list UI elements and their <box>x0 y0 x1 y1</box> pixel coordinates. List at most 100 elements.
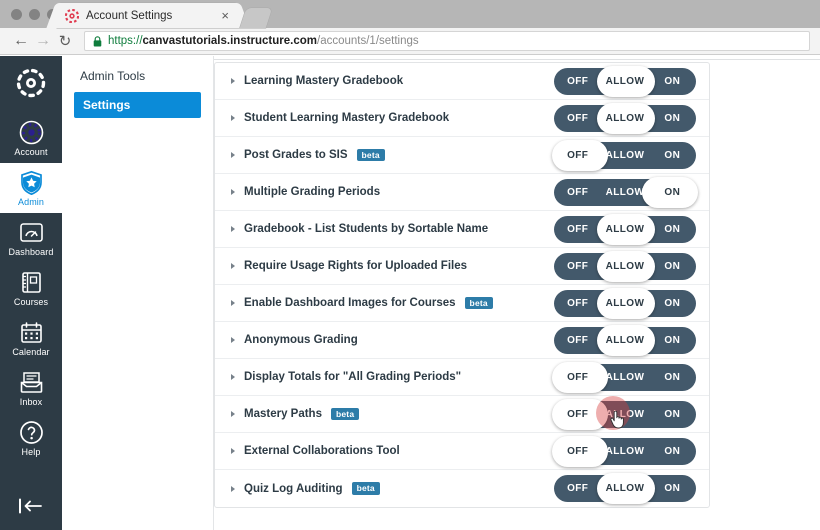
toggle-option-on[interactable]: ON <box>649 142 696 169</box>
forward-icon[interactable]: → <box>32 30 54 52</box>
sidebar-item-admin[interactable]: Admin <box>0 163 62 213</box>
toggle-option-allow[interactable]: ALLOW <box>601 216 648 243</box>
toggle-option-allow[interactable]: ALLOW <box>601 253 648 280</box>
toggle-option-allow[interactable]: ALLOW <box>601 290 648 317</box>
back-icon[interactable]: ← <box>10 30 32 52</box>
table-row[interactable]: Require Usage Rights for Uploaded Files … <box>215 248 709 285</box>
table-row[interactable]: Gradebook - List Students by Sortable Na… <box>215 211 709 248</box>
toggle-option-on[interactable]: ON <box>649 105 696 132</box>
toggle-option-off[interactable]: OFF <box>554 253 601 280</box>
toggle-option-on[interactable]: ON <box>649 327 696 354</box>
browser-tab-account-settings[interactable]: Account Settings × <box>57 3 239 28</box>
toggle-option-off[interactable]: OFF <box>554 327 601 354</box>
table-row[interactable]: Multiple Grading Periods OFF ALLOW ON <box>215 174 709 211</box>
table-row[interactable]: Anonymous Grading OFF ALLOW ON <box>215 322 709 359</box>
toggle-option-off[interactable]: OFF <box>554 438 601 465</box>
feature-toggle[interactable]: OFF ALLOW ON <box>554 473 696 504</box>
toggle-option-allow[interactable]: ALLOW <box>601 401 648 428</box>
sidebar-item-courses[interactable]: Courses <box>0 263 62 313</box>
chevron-right-icon[interactable] <box>231 115 235 121</box>
toggle-option-allow[interactable]: ALLOW <box>601 438 648 465</box>
reload-icon[interactable]: ↻ <box>54 30 76 52</box>
toggle-option-on[interactable]: ON <box>649 438 696 465</box>
address-bar[interactable]: https:// canvastutorials.instructure.com… <box>84 31 810 51</box>
toggle-option-off[interactable]: OFF <box>554 290 601 317</box>
toggle-option-off[interactable]: OFF <box>554 401 601 428</box>
table-row[interactable]: Quiz Log Auditing beta OFF ALLOW ON <box>215 470 709 507</box>
chevron-right-icon[interactable] <box>231 374 235 380</box>
feature-toggle[interactable]: OFF ALLOW ON <box>554 287 696 319</box>
feature-toggle[interactable]: OFF ALLOW ON <box>552 139 696 171</box>
feature-toggle[interactable]: OFF ALLOW ON <box>552 395 696 430</box>
sidebar-item-dashboard[interactable]: Dashboard <box>0 213 62 263</box>
feature-toggle[interactable]: OFF ALLOW ON <box>554 176 698 208</box>
table-row[interactable]: Display Totals for "All Grading Periods"… <box>215 359 709 396</box>
close-icon[interactable]: × <box>219 9 231 22</box>
toggle-option-allow[interactable]: ALLOW <box>601 364 648 391</box>
toggle-option-on[interactable]: ON <box>649 401 696 428</box>
page-viewport: Account Admin Dashboard Courses Calendar… <box>0 56 820 530</box>
chevron-right-icon[interactable] <box>231 337 235 343</box>
feature-toggle[interactable]: OFF ALLOW ON <box>554 102 696 134</box>
canvas-logo-icon <box>64 8 80 23</box>
toggle-option-off[interactable]: OFF <box>554 216 601 243</box>
feature-toggle[interactable]: OFF ALLOW ON <box>552 361 696 393</box>
chevron-right-icon[interactable] <box>231 485 235 492</box>
chevron-right-icon[interactable] <box>231 263 235 269</box>
table-row[interactable]: Student Learning Mastery Gradebook OFF A… <box>215 100 709 137</box>
toggle-option-on[interactable]: ON <box>649 68 696 95</box>
table-row[interactable]: External Collaborations Tool OFF ALLOW O… <box>215 433 709 470</box>
table-row[interactable]: Enable Dashboard Images for Courses beta… <box>215 285 709 322</box>
table-row[interactable]: Mastery Paths beta OFF ALLOW ON <box>215 395 709 433</box>
toggle-option-allow[interactable]: ALLOW <box>601 475 648 502</box>
feature-toggle[interactable]: OFF ALLOW ON <box>554 213 696 245</box>
status-badge: beta <box>330 407 360 421</box>
toggle-option-allow[interactable]: ALLOW <box>601 179 648 206</box>
toggle-option-allow[interactable]: ALLOW <box>601 327 648 354</box>
feature-label: Gradebook - List Students by Sortable Na… <box>244 223 489 235</box>
feature-toggle[interactable]: OFF ALLOW ON <box>554 65 696 97</box>
toggle-option-allow[interactable]: ALLOW <box>601 142 648 169</box>
toggle-option-off[interactable]: OFF <box>554 179 601 206</box>
chevron-right-icon[interactable] <box>231 411 235 417</box>
chevron-right-icon[interactable] <box>231 300 235 306</box>
toggle-option-on[interactable]: ON <box>649 216 696 243</box>
table-row[interactable]: Post Grades to SIS beta OFF ALLOW ON <box>215 137 709 174</box>
minimize-window-button[interactable] <box>29 9 40 20</box>
feature-toggle[interactable]: OFF ALLOW ON <box>554 324 696 356</box>
chevron-right-icon[interactable] <box>231 152 235 158</box>
sidebar-item-help[interactable]: Help <box>0 413 62 463</box>
table-row[interactable]: Learning Mastery Gradebook OFF ALLOW ON <box>215 63 709 100</box>
sidebar-item-account[interactable]: Account <box>0 113 62 163</box>
chevron-right-icon[interactable] <box>231 78 235 84</box>
toggle-option-on[interactable]: ON <box>649 475 696 502</box>
canvas-logo-icon[interactable] <box>16 68 46 103</box>
feature-label: Student Learning Mastery Gradebook <box>244 112 450 124</box>
toggle-option-on[interactable]: ON <box>649 290 696 317</box>
sidebar-item-inbox[interactable]: Inbox <box>0 363 62 413</box>
chevron-right-icon[interactable] <box>231 226 235 232</box>
feature-label: External Collaborations Tool <box>244 445 400 457</box>
new-tab-button[interactable] <box>239 8 273 28</box>
feature-toggle[interactable]: OFF ALLOW ON <box>552 435 696 467</box>
toggle-option-off[interactable]: OFF <box>554 142 601 169</box>
toggle-option-allow[interactable]: ALLOW <box>601 68 648 95</box>
close-window-button[interactable] <box>11 9 22 20</box>
sidebar-item-calendar[interactable]: Calendar <box>0 313 62 363</box>
chevron-right-icon[interactable] <box>231 448 235 454</box>
toggle-option-allow[interactable]: ALLOW <box>601 105 648 132</box>
feature-label: Multiple Grading Periods <box>244 186 381 198</box>
collapse-left-icon[interactable] <box>0 498 62 514</box>
toggle-option-on[interactable]: ON <box>649 179 696 206</box>
feature-toggle[interactable]: OFF ALLOW ON <box>554 250 696 282</box>
chevron-right-icon[interactable] <box>231 189 235 195</box>
toggle-option-off[interactable]: OFF <box>554 68 601 95</box>
toggle-option-on[interactable]: ON <box>649 253 696 280</box>
context-nav-item-settings[interactable]: Settings <box>74 92 201 118</box>
sidebar-item-label: Dashboard <box>8 247 54 257</box>
toggle-option-off[interactable]: OFF <box>554 475 601 502</box>
toggle-option-off[interactable]: OFF <box>554 105 601 132</box>
toggle-option-on[interactable]: ON <box>649 364 696 391</box>
context-navigation: Admin Tools Settings <box>62 56 214 530</box>
toggle-option-off[interactable]: OFF <box>554 364 601 391</box>
